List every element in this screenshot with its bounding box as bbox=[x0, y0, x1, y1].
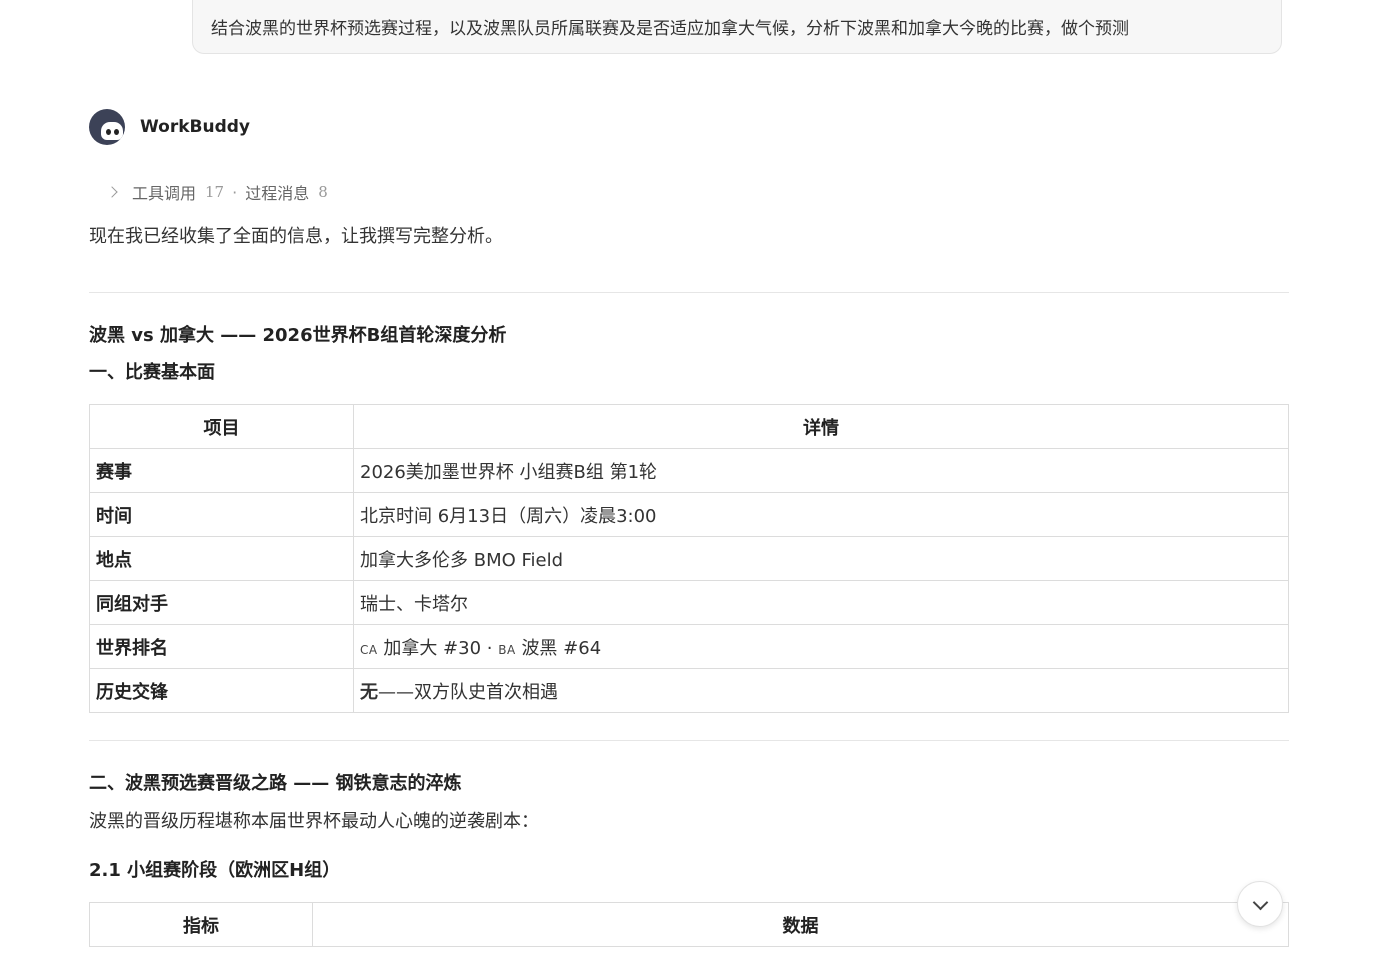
table-header-row: 项目 详情 bbox=[89, 404, 1289, 449]
table-value-cell: 瑞士、卡塔尔 bbox=[353, 580, 1289, 625]
scroll-to-bottom-button[interactable] bbox=[1237, 881, 1283, 927]
table-value-cell: 北京时间 6月13日（周六）凌晨3:00 bbox=[353, 492, 1289, 537]
process-separator: · bbox=[232, 182, 238, 202]
user-message-text: 结合波黑的世界杯预选赛过程，以及波黑队员所属联赛及是否适应加拿大气候，分析下波黑… bbox=[211, 19, 1129, 39]
tool-calls-count: 17 bbox=[205, 183, 225, 201]
table-header-cell: 数据 bbox=[312, 902, 1289, 947]
process-summary-toggle[interactable]: 工具调用 17 · 过程消息 8 bbox=[106, 180, 328, 204]
group-stage-table: 指标 数据 bbox=[89, 902, 1289, 947]
assistant-name: WorkBuddy bbox=[140, 117, 250, 137]
table-row: 世界排名 CA 加拿大 #30 · BA 波黑 #64 bbox=[89, 624, 1289, 669]
assistant-header: WorkBuddy bbox=[89, 109, 250, 145]
emphasis-text: 无 bbox=[360, 681, 378, 703]
table-row: 时间 北京时间 6月13日（周六）凌晨3:00 bbox=[89, 492, 1289, 537]
bosnia-ranking: 波黑 #64 bbox=[521, 637, 602, 659]
table-value-cell: 无——双方队史首次相遇 bbox=[353, 668, 1289, 713]
chat-page: 结合波黑的世界杯预选赛过程，以及波黑队员所属联赛及是否适应加拿大气候，分析下波黑… bbox=[0, 0, 1374, 954]
table-header-cell: 详情 bbox=[353, 404, 1289, 449]
canada-flag-icon: CA bbox=[360, 642, 378, 657]
chevron-down-icon bbox=[1252, 894, 1269, 911]
table-key-cell: 时间 bbox=[89, 492, 354, 537]
table-header-cell: 指标 bbox=[89, 902, 313, 947]
match-basics-table: 项目 详情 赛事 2026美加墨世界杯 小组赛B组 第1轮 时间 北京时间 6月… bbox=[89, 404, 1289, 713]
divider bbox=[89, 292, 1289, 293]
table-row: 同组对手 瑞士、卡塔尔 bbox=[89, 580, 1289, 625]
subsection-heading: 2.1 小组赛阶段（欧洲区H组） bbox=[89, 860, 341, 881]
table-header-cell: 项目 bbox=[89, 404, 354, 449]
table-row: 地点 加拿大多伦多 BMO Field bbox=[89, 536, 1289, 581]
user-message-bubble: 结合波黑的世界杯预选赛过程，以及波黑队员所属联赛及是否适应加拿大气候，分析下波黑… bbox=[192, 0, 1282, 54]
divider bbox=[89, 740, 1289, 741]
article-title: 波黑 vs 加拿大 —— 2026世界杯B组首轮深度分析 bbox=[89, 325, 507, 346]
table-key-cell: 世界排名 bbox=[89, 624, 354, 669]
ranking-separator: · bbox=[486, 637, 493, 659]
section-paragraph: 波黑的晋级历程堪称本届世界杯最动人心魄的逆袭剧本： bbox=[89, 811, 539, 832]
section-heading: 一、比赛基本面 bbox=[89, 362, 215, 383]
table-key-cell: 赛事 bbox=[89, 448, 354, 493]
table-header-row: 指标 数据 bbox=[89, 902, 1289, 947]
table-key-cell: 同组对手 bbox=[89, 580, 354, 625]
process-messages-count: 8 bbox=[318, 183, 328, 201]
table-row: 历史交锋 无——双方队史首次相遇 bbox=[89, 668, 1289, 713]
assistant-avatar bbox=[89, 109, 125, 145]
table-value-text: ——双方队史首次相遇 bbox=[378, 681, 558, 703]
table-key-cell: 地点 bbox=[89, 536, 354, 581]
canada-ranking: 加拿大 #30 bbox=[383, 637, 482, 659]
table-value-cell: 加拿大多伦多 BMO Field bbox=[353, 536, 1289, 581]
tool-calls-label: 工具调用 bbox=[132, 184, 197, 203]
table-value-cell: 2026美加墨世界杯 小组赛B组 第1轮 bbox=[353, 448, 1289, 493]
table-row: 赛事 2026美加墨世界杯 小组赛B组 第1轮 bbox=[89, 448, 1289, 493]
section-heading: 二、波黑预选赛晋级之路 —— 钢铁意志的淬炼 bbox=[89, 773, 462, 794]
process-messages-label: 过程消息 bbox=[245, 184, 310, 203]
chevron-right-icon bbox=[106, 186, 118, 198]
table-key-cell: 历史交锋 bbox=[89, 668, 354, 713]
bosnia-flag-icon: BA bbox=[498, 642, 516, 657]
assistant-intro-text: 现在我已经收集了全面的信息，让我撰写完整分析。 bbox=[89, 226, 503, 247]
table-value-cell: CA 加拿大 #30 · BA 波黑 #64 bbox=[353, 624, 1289, 669]
